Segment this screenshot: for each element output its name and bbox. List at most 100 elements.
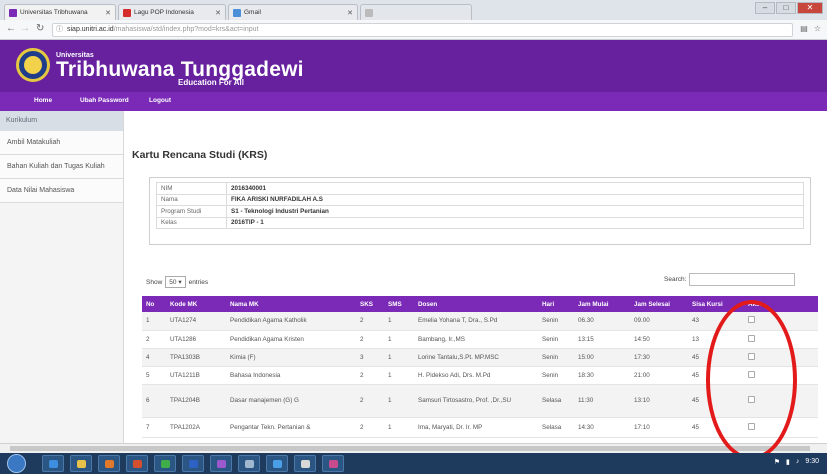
taskbar-app-powerpoint[interactable] [126,455,148,472]
url-input[interactable]: ⓘ siap.unitri.ac.id/mahasiswa/std/index.… [52,23,793,37]
cell-sms: 1 [384,417,414,438]
cell-no: 6 [142,384,166,418]
info-row: Program Studi S1 - Teknologi Industri Per… [156,205,804,218]
taskbar-app-chrome[interactable] [154,455,176,472]
browser-tab-label: Lagu POP Indonesia [134,9,194,16]
scrollbar-thumb[interactable] [10,446,810,451]
maximize-icon[interactable]: □ [776,2,796,14]
taskbar-app-word[interactable] [182,455,204,472]
close-icon[interactable]: ✕ [105,9,111,17]
cell-dosen: Samsuri Tirtosastro, Prof. ,Dr.,SU [414,384,538,418]
cell-sms: 1 [384,330,414,349]
info-value: FIKA ARISKI NURFADILAH A.S [226,193,804,206]
window-controls: – □ ✕ [755,2,823,14]
column-header[interactable]: SKS [356,296,384,312]
student-info-box: NIM 2016340001 Nama FIKA ARISKI NURFADILAH… [149,177,811,245]
cell-nama: Kimia (F) [226,348,356,367]
cell-no: 2 [142,330,166,349]
window-close-icon[interactable]: ✕ [797,2,823,14]
browser-tab-unitri[interactable]: Universitas Tribhuwana ✕ [4,4,116,20]
cell-jam-mulai: 11:30 [574,384,630,418]
cell-dosen: Lorine Tantalu,S.Pt. MP.MSC [414,348,538,367]
cell-dosen: H. Pidekso Adi, Drs. M.Pd [414,366,538,385]
info-label: Nama [156,193,227,206]
browser-tab-other[interactable] [360,4,472,20]
taskbar-app-other[interactable] [322,455,344,472]
info-value: S1 - Teknologi Industri Pertanian [226,205,804,218]
sidebar-header: Kurikulum [0,111,123,131]
browser-tab-music[interactable]: Lagu POP Indonesia ✕ [118,4,226,20]
taskbar-app-settings[interactable] [238,455,260,472]
page-title: Kartu Rencana Studi (KRS) [132,149,268,161]
cell-jam-selesai: 09.00 [630,312,688,331]
taskbar-app-media[interactable] [98,455,120,472]
volume-icon[interactable]: ♪ [796,458,800,466]
cell-kode: UTA1211B [166,366,226,385]
cell-hari: Senin [538,348,574,367]
back-icon[interactable]: ← [6,23,16,34]
info-label: Kelas [156,216,227,229]
sidebar: Kurikulum Ambil Matakuliah Bahan Kuliah … [0,111,124,443]
cell-sms: 1 [384,348,414,367]
sidebar-item-bahan-kuliah[interactable]: Bahan Kuliah dan Tugas Kuliah [0,155,123,179]
horizontal-scrollbar[interactable] [0,443,827,453]
cell-nama: Dasar manajemen (G) G [226,384,356,418]
taskbar-app-paint[interactable] [210,455,232,472]
cell-no: 4 [142,348,166,367]
taskbar-app-explorer[interactable] [70,455,92,472]
youtube-icon [123,8,131,17]
close-icon[interactable]: ✕ [215,9,221,17]
cell-kode: TPA1303B [166,348,226,367]
info-value: 2016TIP - 1 [226,216,804,229]
browser-tab-gmail[interactable]: Gmail ✕ [228,4,358,20]
annotation-ellipse [706,300,797,460]
cell-no: 1 [142,312,166,331]
column-header[interactable]: SMS [384,296,414,312]
column-header[interactable]: Dosen [414,296,538,312]
menu-logout[interactable]: Logout [149,97,171,104]
search-label: Search: [664,276,687,283]
taskbar-app-files[interactable] [294,455,316,472]
reload-icon[interactable]: ↻ [36,23,44,34]
table-header-row: No Kode MK Nama MK SKS SMS Dosen Hari Ja… [142,296,818,312]
search-input[interactable] [689,273,796,286]
menu-home[interactable]: Home [34,97,52,104]
sidebar-item-ambil-matakuliah[interactable]: Ambil Matakuliah [0,131,123,155]
column-header[interactable]: Hari [538,296,574,312]
cell-kode: UTA1274 [166,312,226,331]
cell-jam-selesai: 17:30 [630,348,688,367]
column-header[interactable]: Jam Mulai [574,296,630,312]
cell-sks: 2 [356,417,384,438]
translate-icon[interactable]: ▤ [800,24,808,33]
menu-ubah-password[interactable]: Ubah Password [80,97,129,104]
column-header[interactable]: Nama MK [226,296,356,312]
column-header[interactable]: Kode MK [166,296,226,312]
column-header[interactable]: No [142,296,166,312]
entries-select-value: 50 [169,279,177,286]
start-button[interactable] [7,454,26,473]
column-header[interactable]: Jam Selesai [630,296,688,312]
taskbar-app-ie[interactable] [42,455,64,472]
clock[interactable]: 9:30 [805,458,819,466]
forward-icon[interactable]: → [20,23,30,34]
network-icon[interactable]: ▮ [786,458,790,466]
taskbar-app-browser[interactable] [266,455,288,472]
cell-dosen: Emelia Yohana T, Dra., S.Pd [414,312,538,331]
entries-select[interactable]: 50 ▾ [165,276,186,288]
windows-taskbar: ⚑ ▮ ♪ 9:30 [0,453,827,474]
bookmark-star-icon[interactable]: ☆ [814,24,821,33]
dropdown-arrow-icon: ▾ [178,279,182,286]
entries-label: entries [188,278,209,286]
sidebar-item-data-nilai[interactable]: Data Nilai Mahasiswa [0,179,123,203]
info-row: Kelas 2016TIP - 1 [156,216,804,229]
cell-no: 5 [142,366,166,385]
cell-sms: 1 [384,312,414,331]
cell-jam-selesai: 21:00 [630,366,688,385]
flag-icon[interactable]: ⚑ [774,458,780,466]
cell-jam-mulai: 13:15 [574,330,630,349]
cell-jam-selesai: 14:50 [630,330,688,349]
info-row: NIM 2016340001 [156,182,804,195]
cell-sks: 2 [356,384,384,418]
minimize-icon[interactable]: – [755,2,775,14]
close-icon[interactable]: ✕ [347,9,353,17]
